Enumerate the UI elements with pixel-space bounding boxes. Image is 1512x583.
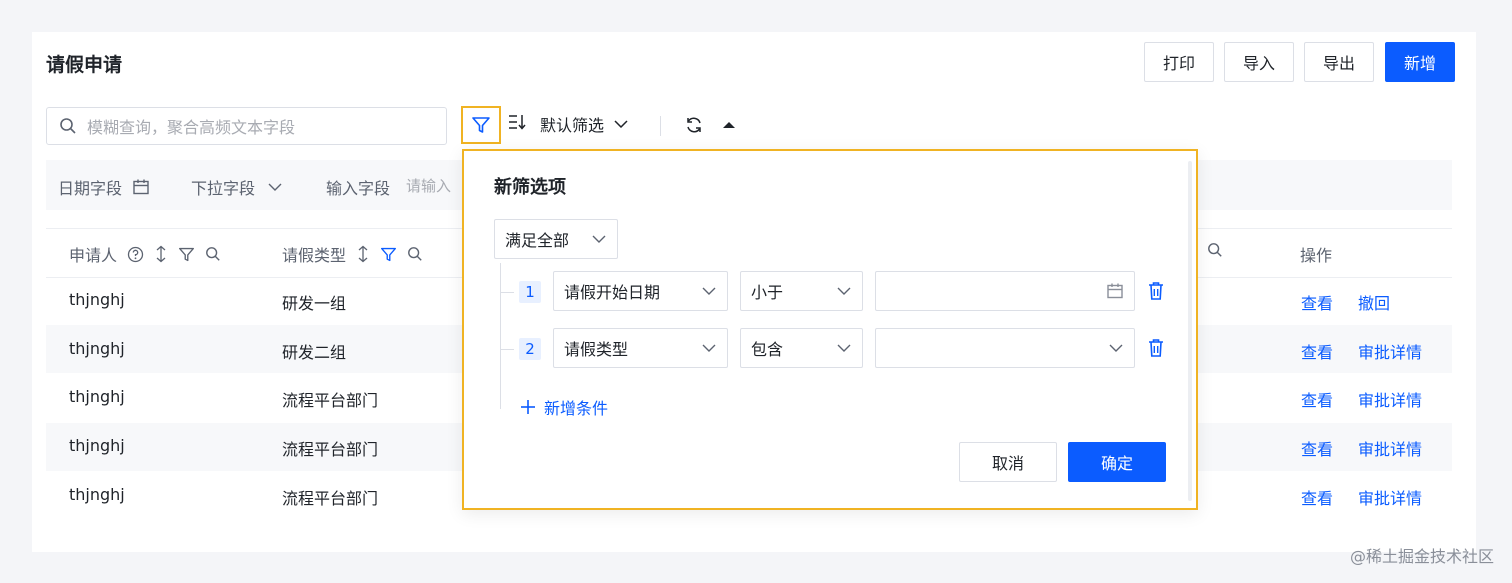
caret-up-icon	[722, 120, 736, 130]
plus-icon	[520, 399, 536, 415]
default-filter-dropdown[interactable]: 默认筛选	[540, 112, 630, 136]
chevron-down-icon	[591, 231, 607, 247]
import-button[interactable]: 导入	[1224, 42, 1294, 82]
dropdown-field-filter[interactable]: 下拉字段	[191, 175, 283, 199]
search-icon[interactable]	[1207, 242, 1223, 258]
dropdown-field-label: 下拉字段	[191, 179, 256, 198]
collapse-button[interactable]	[722, 120, 736, 130]
delete-condition-button[interactable]	[1147, 281, 1165, 301]
view-link[interactable]: 查看	[1301, 339, 1333, 363]
sort-button[interactable]	[507, 112, 527, 132]
approval-detail-link[interactable]: 审批详情	[1358, 339, 1422, 363]
condition-tree-branch	[500, 292, 514, 293]
filter-icon	[471, 115, 491, 135]
condition-date-input[interactable]	[875, 271, 1135, 311]
toolbar-divider	[660, 116, 661, 136]
chevron-down-icon	[612, 115, 630, 133]
chevron-down-icon	[836, 340, 852, 356]
filter-button[interactable]	[461, 106, 501, 144]
date-field-filter[interactable]: 日期字段	[58, 175, 150, 199]
watermark: @稀土掘金技术社区	[1349, 547, 1494, 566]
chevron-down-icon	[267, 179, 283, 195]
trash-icon	[1147, 281, 1165, 301]
add-button[interactable]: 新增	[1385, 42, 1455, 82]
search-icon[interactable]	[205, 246, 221, 262]
column-leave-type-label: 请假类型	[282, 246, 347, 265]
cell-leave-type: 流程平台部门	[282, 489, 379, 508]
refresh-button[interactable]	[684, 115, 704, 135]
cell-leave-type: 流程平台部门	[282, 440, 379, 459]
chevron-down-icon	[1108, 340, 1124, 356]
refresh-icon	[684, 115, 704, 135]
condition-index: 1	[519, 281, 541, 303]
trash-icon	[1147, 338, 1165, 358]
search-icon[interactable]	[407, 246, 423, 262]
cell-leave-type: 流程平台部门	[282, 391, 379, 410]
match-mode-select[interactable]: 满足全部	[494, 219, 618, 259]
hidden-column-search[interactable]	[1207, 242, 1223, 258]
filter-icon[interactable]	[380, 246, 397, 263]
condition-field-select[interactable]: 请假开始日期	[553, 271, 728, 311]
add-condition-label: 新增条件	[544, 399, 609, 418]
filter-icon[interactable]	[178, 246, 195, 263]
confirm-button[interactable]: 确定	[1068, 442, 1166, 482]
condition-operator-select[interactable]: 包含	[740, 328, 863, 368]
view-link[interactable]: 查看	[1301, 485, 1333, 509]
calendar-icon	[132, 178, 150, 196]
cell-applicant: thjnghj	[69, 290, 125, 309]
approval-detail-link[interactable]: 审批详情	[1358, 485, 1422, 509]
new-filter-popup: 新筛选项 满足全部 1 请假开始日期 小于 2 请假类型 包含 新增条件 取消 …	[462, 149, 1198, 510]
popup-scrollbar[interactable]	[1188, 161, 1192, 501]
chevron-down-icon	[701, 340, 717, 356]
condition-field-select[interactable]: 请假类型	[553, 328, 728, 368]
search-icon	[59, 117, 77, 135]
match-mode-value: 满足全部	[505, 231, 570, 250]
print-button[interactable]: 打印	[1144, 42, 1214, 82]
approval-detail-link[interactable]: 审批详情	[1358, 387, 1422, 411]
cancel-button[interactable]: 取消	[959, 442, 1057, 482]
default-filter-label: 默认筛选	[540, 116, 605, 135]
page-title: 请假申请	[46, 54, 123, 76]
condition-index: 2	[519, 338, 541, 360]
condition-value-select[interactable]	[875, 328, 1135, 368]
condition-operator-value: 包含	[751, 340, 784, 359]
view-link[interactable]: 查看	[1301, 290, 1333, 314]
cell-leave-type: 研发一组	[282, 294, 347, 313]
condition-field-value: 请假类型	[564, 340, 629, 359]
condition-operator-value: 小于	[751, 283, 784, 302]
view-link[interactable]: 查看	[1301, 436, 1333, 460]
column-applicant-label: 申请人	[69, 246, 118, 265]
approval-detail-link[interactable]: 审批详情	[1358, 436, 1422, 460]
popup-title: 新筛选项	[494, 177, 566, 198]
calendar-icon	[1106, 282, 1124, 300]
column-leave-type: 请假类型	[282, 242, 423, 266]
chevron-down-icon	[836, 283, 852, 299]
search-input[interactable]: 模糊查询，聚合高频文本字段	[46, 107, 447, 145]
input-field-filter[interactable]: 请输入	[406, 175, 451, 196]
sort-icon[interactable]	[154, 245, 168, 263]
cell-applicant: thjnghj	[69, 387, 125, 406]
cell-applicant: thjnghj	[69, 485, 125, 504]
cell-applicant: thjnghj	[69, 436, 125, 455]
condition-tree-line	[500, 263, 501, 409]
cell-leave-type: 研发二组	[282, 343, 347, 362]
condition-operator-select[interactable]: 小于	[740, 271, 863, 311]
search-placeholder: 模糊查询，聚合高频文本字段	[87, 118, 296, 137]
condition-field-value: 请假开始日期	[564, 283, 661, 302]
sort-icon[interactable]	[356, 245, 370, 263]
column-actions: 操作	[1300, 246, 1333, 265]
withdraw-link[interactable]: 撤回	[1358, 290, 1390, 314]
delete-condition-button[interactable]	[1147, 338, 1165, 358]
input-field-filter-label: 输入字段	[326, 179, 391, 198]
condition-tree-branch	[500, 349, 514, 350]
date-field-label: 日期字段	[58, 179, 123, 198]
add-condition-button[interactable]: 新增条件	[520, 395, 608, 419]
chevron-down-icon	[701, 283, 717, 299]
export-button[interactable]: 导出	[1304, 42, 1374, 82]
help-icon[interactable]	[127, 246, 144, 263]
cell-applicant: thjnghj	[69, 339, 125, 358]
column-applicant: 申请人	[69, 242, 221, 266]
sort-icon	[507, 112, 527, 132]
view-link[interactable]: 查看	[1301, 387, 1333, 411]
